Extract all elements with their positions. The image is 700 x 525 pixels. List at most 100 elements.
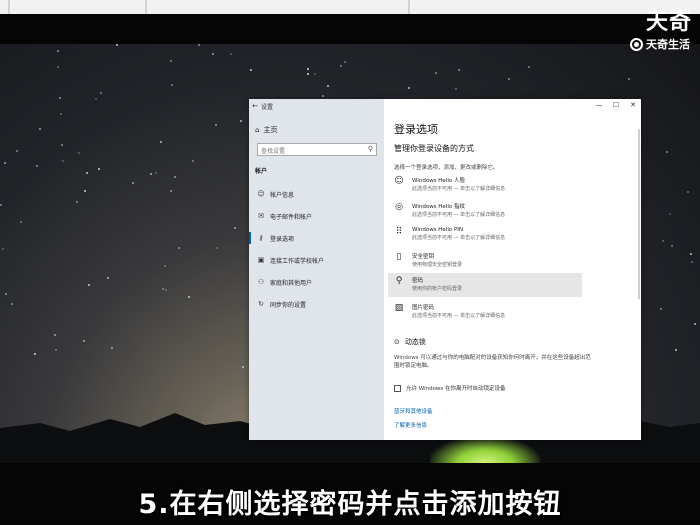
star <box>98 168 100 170</box>
star <box>165 289 167 291</box>
checkbox[interactable] <box>394 384 401 392</box>
star <box>234 227 236 229</box>
page-subtitle: 管理你登录设备的方式 <box>394 144 474 153</box>
star <box>344 61 346 63</box>
dynamic-lock-title: 动态锁 <box>404 338 426 346</box>
lock-icon: ⊙ <box>394 338 400 346</box>
star <box>171 84 173 86</box>
star <box>39 128 41 130</box>
scrollbar[interactable] <box>638 129 640 299</box>
learn-more-link[interactable]: 了解更多信息 <box>394 421 427 429</box>
option-name: 安全密钥 <box>412 254 435 260</box>
usb-key-icon: ▯ <box>396 252 402 262</box>
star <box>408 87 410 89</box>
sidebar-item-sync[interactable]: ↻ 同步你的设置 <box>249 293 384 315</box>
option-desc: 使用你的帐户密码登录 <box>412 286 463 292</box>
settings-sidebar: ← 设置 ⌂ 主页 查找设置 ⚲ 帐户 ☺ 帐户信息 ✉ 电子邮件和帐户 ⚷ 登… <box>249 99 384 440</box>
sidebar-item-account-info[interactable]: ☺ 帐户信息 <box>249 183 384 205</box>
search-input[interactable]: 查找设置 ⚲ <box>257 143 377 156</box>
letterbox-top <box>0 14 700 44</box>
star <box>100 92 102 94</box>
star <box>54 334 56 336</box>
star <box>666 151 668 153</box>
star <box>170 60 172 62</box>
sidebar-item-label: 同步你的设置 <box>270 301 307 309</box>
star <box>4 162 6 164</box>
checkbox-label: 允许 Windows 在你离开时自动锁定设备 <box>406 386 506 392</box>
page-hint: 选择一个登录选项，添加、更改或删除它。 <box>394 165 499 171</box>
picture-icon: ▨ <box>394 303 404 313</box>
home-link[interactable]: ⌂ 主页 <box>255 125 277 135</box>
maximize-button[interactable]: ☐ <box>612 101 620 109</box>
star <box>0 204 2 206</box>
star <box>669 213 671 215</box>
option-picture-password[interactable]: ▨ 图片密码此选项当前不可用 — 单击以了解详细信息 <box>388 300 582 324</box>
window-controls: — ☐ ✕ <box>595 101 637 109</box>
back-arrow-icon[interactable]: ← <box>249 102 261 110</box>
star <box>36 165 38 167</box>
star <box>314 73 316 75</box>
star <box>435 72 437 74</box>
star <box>160 141 162 143</box>
star <box>174 176 176 178</box>
briefcase-icon: ▣ <box>257 256 265 264</box>
option-name: Windows Hello 指纹 <box>412 204 465 210</box>
option-fingerprint[interactable]: ◎ Windows Hello 指纹 此选项当前不可用 — 单击以了解详细信息 <box>388 199 582 223</box>
strip-divider <box>145 0 147 14</box>
star <box>164 265 166 267</box>
star <box>687 191 689 193</box>
dynamic-lock-checkbox[interactable]: 允许 Windows 在你离开时自动锁定设备 <box>394 384 506 392</box>
tutorial-caption: 5.在右侧选择密码并点击添加按钮 <box>138 489 562 520</box>
star <box>212 53 214 55</box>
option-name: 密码 <box>412 278 424 284</box>
star <box>242 366 244 368</box>
star <box>198 44 200 46</box>
window-title: 设置 <box>261 103 274 111</box>
star <box>322 95 324 97</box>
brand-name: 天奇生活 <box>646 38 690 51</box>
star <box>2 248 4 250</box>
star <box>455 88 457 90</box>
option-name: 图片密码 <box>412 305 435 311</box>
sidebar-item-work-school[interactable]: ▣ 连接工作或学校帐户 <box>249 249 384 271</box>
minimize-button[interactable]: — <box>595 101 603 109</box>
option-desc: 此选项当前不可用 — 单击以了解详细信息 <box>412 313 506 319</box>
star <box>150 173 152 175</box>
star <box>84 190 86 192</box>
option-name: Windows Hello 人脸 <box>412 178 465 184</box>
star <box>60 113 62 115</box>
pin-keypad-icon: ⠿ <box>395 227 403 237</box>
mail-icon: ✉ <box>258 212 264 220</box>
dynamic-lock-heading: ⊙ 动态锁 <box>394 337 426 347</box>
star <box>178 247 180 249</box>
star <box>307 68 309 70</box>
strip-divider <box>8 0 10 14</box>
option-security-key[interactable]: ▯ 安全密钥 使用物理安全密钥登录 <box>388 249 582 273</box>
option-pin[interactable]: ⠿ Windows Hello PIN 此选项当前不可用 — 单击以了解详细信息 <box>388 224 582 248</box>
sidebar-item-sign-in-options[interactable]: ⚷ 登录选项 <box>249 227 384 249</box>
option-password[interactable]: ⚲ 密码使用你的帐户密码登录 <box>388 273 582 297</box>
bluetooth-devices-link[interactable]: 蓝牙和其他设备 <box>394 407 433 415</box>
dynamic-lock-desc: Windows 可以通过与你的电脑配对的设备获知你何时离开，并在这些设备超出范围… <box>394 355 591 369</box>
star <box>11 303 13 305</box>
option-desc: 此选项当前不可用 — 单击以了解详细信息 <box>412 235 506 241</box>
people-icon: ⚇ <box>257 278 265 286</box>
top-strip <box>0 0 700 14</box>
star <box>216 247 218 249</box>
person-icon: ☺ <box>257 190 265 198</box>
sidebar-item-label: 登录选项 <box>270 235 295 243</box>
search-icon[interactable]: ⚲ <box>368 145 373 153</box>
option-face[interactable]: ☺ Windows Hello 人脸 此选项当前不可用 — 单击以了解详细信息 <box>388 173 582 197</box>
sidebar-item-family[interactable]: ⚇ 家庭和其他用户 <box>249 271 384 293</box>
star <box>340 65 342 67</box>
star <box>162 288 164 290</box>
password-key-icon: ⚲ <box>395 276 403 286</box>
option-name: Windows Hello PIN <box>412 227 464 233</box>
star <box>83 340 85 342</box>
close-button[interactable]: ✕ <box>629 101 637 109</box>
sidebar-item-email[interactable]: ✉ 电子邮件和帐户 <box>249 205 384 227</box>
star <box>76 201 78 203</box>
brand-watermark-small: 天奇生活 <box>630 36 690 52</box>
star <box>59 97 61 99</box>
strip-divider <box>408 0 410 14</box>
